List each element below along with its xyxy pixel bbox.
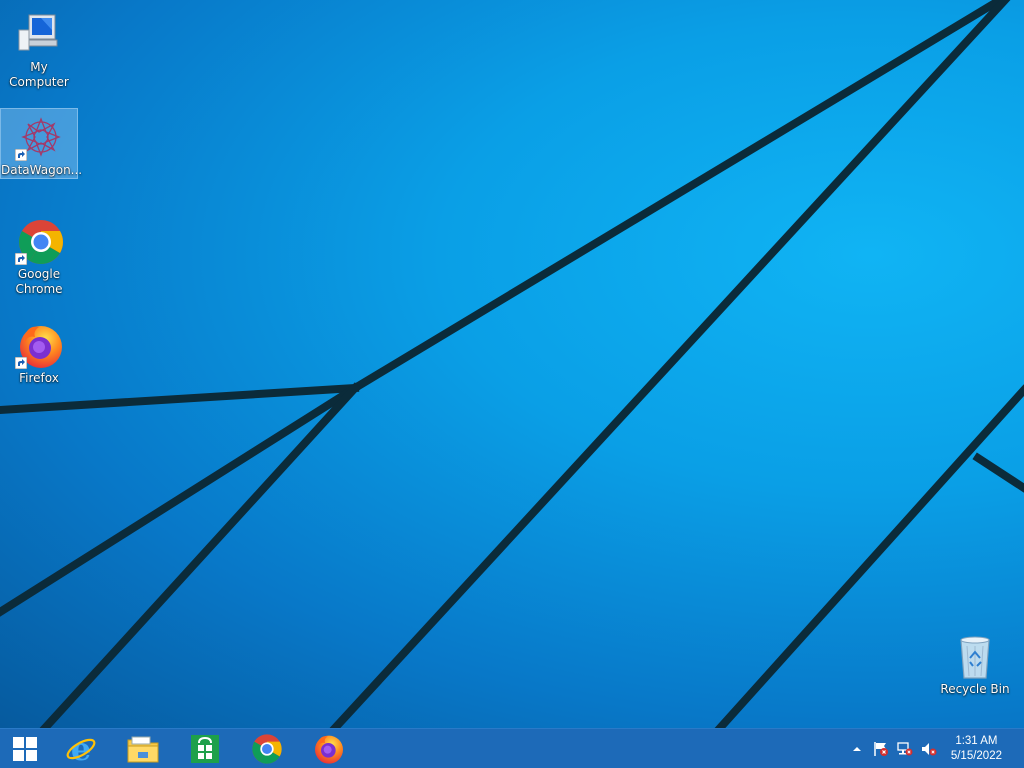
chrome-icon: [252, 734, 282, 764]
shortcut-arrow-icon: [15, 253, 27, 265]
taskbar-chrome[interactable]: [236, 729, 298, 768]
desktop-icon-label: Google Chrome: [15, 267, 63, 296]
desktop-icon-label: Firefox: [19, 371, 59, 385]
recycle-bin-icon: [951, 632, 999, 680]
wallpaper: [0, 0, 1024, 728]
firefox-icon: [15, 321, 63, 369]
clock-date: 5/15/2022: [950, 750, 1002, 762]
start-icon: [13, 737, 37, 761]
desktop-icon-firefox[interactable]: Firefox: [1, 317, 77, 386]
tray-network[interactable]: [894, 729, 916, 768]
show-hidden-icons-chevron: [853, 747, 861, 751]
show-hidden-icons-button[interactable]: [848, 729, 866, 768]
store-icon: [191, 735, 219, 763]
datawagon-icon: [15, 113, 63, 161]
start-button[interactable]: [0, 729, 50, 768]
desktop[interactable]: My Computer DataWagon... Google Chrome F…: [0, 0, 1024, 728]
network-icon: [897, 742, 913, 756]
chrome-icon: [15, 217, 63, 265]
shortcut-arrow-icon: [15, 149, 27, 161]
internet-explorer-icon: e: [66, 732, 96, 766]
taskbar-file-explorer[interactable]: [112, 729, 174, 768]
firefox-icon: [315, 735, 343, 764]
taskbar-internet-explorer[interactable]: e: [50, 729, 112, 768]
taskbar: e 1:31 AM 5/15/2022: [0, 728, 1024, 768]
desktop-icon-datawagon[interactable]: DataWagon...: [0, 108, 83, 179]
desktop-icon-google-chrome[interactable]: Google Chrome: [1, 213, 77, 297]
volume-muted-icon: [922, 743, 937, 756]
clock-time: 1:31 AM: [955, 735, 998, 747]
desktop-icon-label: Recycle Bin: [940, 682, 1010, 696]
desktop-icon-recycle-bin[interactable]: Recycle Bin: [937, 628, 1013, 697]
tray-action-center[interactable]: [870, 729, 892, 768]
taskbar-firefox[interactable]: [298, 729, 360, 768]
desktop-icon-my-computer[interactable]: My Computer: [1, 6, 77, 90]
desktop-icon-label: DataWagon...: [1, 163, 83, 177]
svg-text:e: e: [71, 732, 91, 766]
desktop-icon-label: My Computer: [9, 60, 69, 89]
shortcut-arrow-icon: [15, 357, 27, 369]
computer-icon: [15, 10, 63, 58]
taskbar-store[interactable]: [174, 729, 236, 768]
file-explorer-icon: [127, 736, 159, 763]
action-center-flag-icon: [874, 742, 888, 756]
taskbar-clock[interactable]: 1:31 AM 5/15/2022: [951, 734, 1002, 764]
tray-volume[interactable]: [918, 729, 940, 768]
